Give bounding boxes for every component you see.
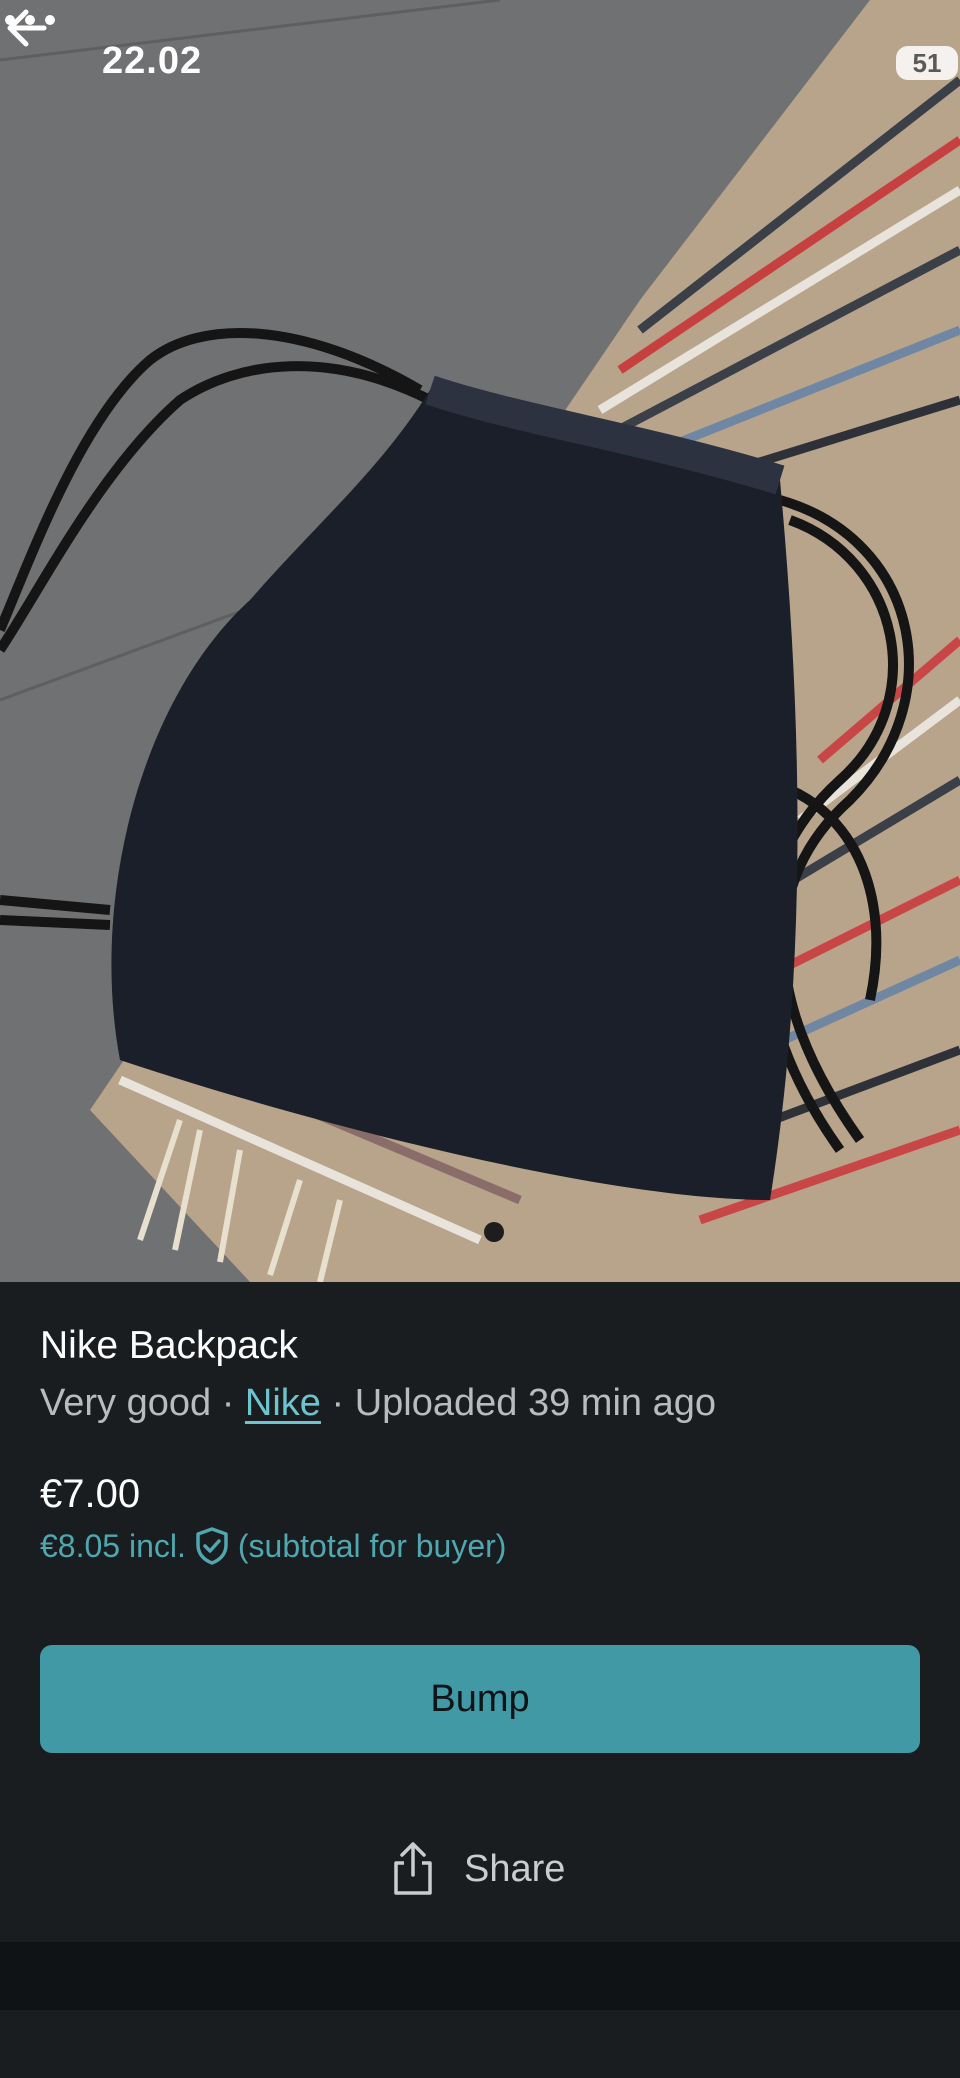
meta-separator: · bbox=[331, 1382, 355, 1424]
bump-button[interactable]: Bump bbox=[40, 1645, 920, 1753]
listing-photo[interactable]: 22.02 51 bbox=[0, 0, 960, 1282]
more-options-button[interactable] bbox=[0, 0, 60, 40]
listing-title: Nike Backpack bbox=[40, 1324, 298, 1367]
photo-illustration bbox=[0, 0, 960, 1282]
price: €7.00 bbox=[40, 1472, 141, 1516]
photo-page-indicator bbox=[484, 1222, 504, 1242]
shield-check-icon bbox=[196, 1527, 228, 1565]
bottom-bar bbox=[0, 2010, 960, 2078]
uploaded-time: Uploaded 39 min ago bbox=[354, 1382, 716, 1424]
meta-separator: · bbox=[221, 1382, 245, 1424]
listing-details: Nike Backpack Very good · Nike · Uploade… bbox=[0, 1282, 960, 1942]
buyer-price-note: (subtotal for buyer) bbox=[237, 1527, 507, 1564]
battery-icon: 51 bbox=[896, 46, 958, 80]
condition: Very good bbox=[40, 1382, 212, 1424]
status-time: 22.02 bbox=[102, 40, 203, 82]
more-dots-icon bbox=[5, 15, 55, 25]
brand-link[interactable]: Nike bbox=[245, 1382, 321, 1424]
share-icon bbox=[394, 1842, 432, 1895]
buyer-price-value: €8.05 incl. bbox=[40, 1527, 186, 1564]
listing-meta: Very good · Nike · Uploaded 39 min ago bbox=[40, 1382, 716, 1425]
share-button[interactable]: Share bbox=[390, 1834, 565, 1904]
buyer-price[interactable]: €8.05 incl. (subtotal for buyer) bbox=[40, 1526, 506, 1566]
share-label: Share bbox=[464, 1847, 566, 1890]
bottom-divider bbox=[0, 1942, 960, 2010]
